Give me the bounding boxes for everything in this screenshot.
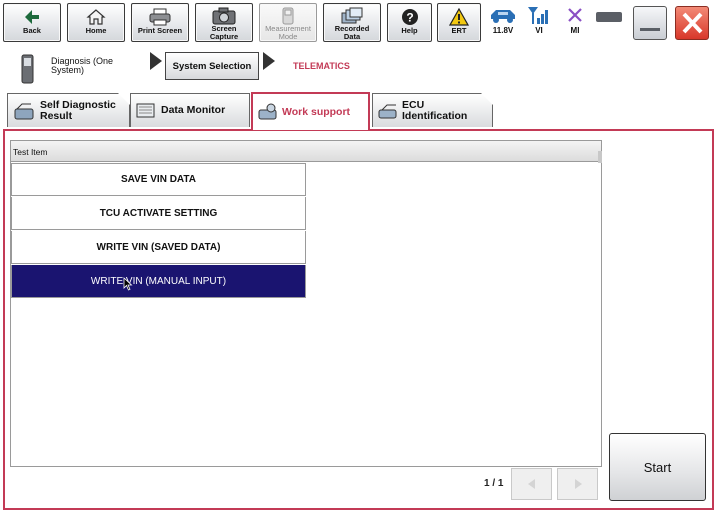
car-icon bbox=[491, 10, 515, 23]
measurement-mode-button[interactable]: Measurement Mode bbox=[259, 3, 317, 42]
previous-page-button[interactable] bbox=[511, 468, 552, 500]
home-icon bbox=[86, 9, 106, 25]
minimize-icon bbox=[640, 28, 660, 31]
test-item-header: Test Item bbox=[13, 147, 48, 157]
recorded-data-button[interactable]: Recorded Data bbox=[323, 3, 381, 42]
breadcrumb-separator-arrow-icon bbox=[263, 52, 275, 70]
back-arrow-icon bbox=[25, 10, 39, 24]
tab-ecu-identification[interactable]: ECU Identification bbox=[372, 93, 493, 127]
ert-button[interactable]: ERT bbox=[437, 3, 481, 42]
screen-capture-label: Screen Capture bbox=[209, 24, 239, 41]
close-icon bbox=[682, 12, 703, 34]
camera-icon bbox=[212, 7, 236, 25]
help-icon: ? bbox=[401, 9, 418, 25]
arrow-left-icon bbox=[527, 479, 535, 489]
print-screen-label: Print Screen bbox=[137, 26, 183, 35]
breadcrumb-separator-arrow-icon bbox=[150, 52, 162, 70]
vi-label: VI bbox=[535, 26, 543, 35]
back-label: Back bbox=[23, 26, 41, 35]
ecu-icon bbox=[378, 104, 397, 118]
breadcrumb-current: TELEMATICS bbox=[293, 61, 350, 71]
battery-voltage-indicator: 11.8V bbox=[488, 4, 518, 42]
printer-icon bbox=[149, 8, 171, 26]
home-button[interactable]: Home bbox=[67, 3, 125, 42]
tab-data-monitor-label: Data Monitor bbox=[161, 104, 226, 116]
start-button[interactable]: Start bbox=[609, 433, 706, 501]
battery-voltage-label: 11.8V bbox=[492, 26, 514, 35]
table-row-selected[interactable]: WRITE VIN (MANUAL INPUT) bbox=[11, 265, 306, 298]
tab-work-support-label: Work support bbox=[282, 105, 351, 118]
table-row[interactable]: TCU ACTIVATE SETTING bbox=[11, 197, 306, 230]
warning-icon bbox=[449, 8, 469, 26]
tab-ecu-identification-label: ECU Identification bbox=[402, 98, 468, 122]
table-scroll-corner bbox=[598, 151, 602, 163]
tab-work-support[interactable]: Work support bbox=[251, 92, 370, 130]
home-label: Home bbox=[85, 26, 107, 35]
help-button[interactable]: ? Help bbox=[387, 3, 432, 42]
table-row[interactable]: SAVE VIN DATA bbox=[11, 163, 306, 196]
toolbar: Back Home Print Screen Screen Capture Me… bbox=[0, 0, 717, 46]
vi-indicator: VI bbox=[524, 4, 554, 42]
diagnostic-icon bbox=[14, 103, 34, 119]
battery-icon bbox=[596, 12, 622, 22]
tab-corner bbox=[118, 93, 130, 105]
table-row[interactable]: WRITE VIN (SAVED DATA) bbox=[11, 231, 306, 264]
screen-capture-button[interactable]: Screen Capture bbox=[195, 3, 253, 42]
work-support-icon bbox=[258, 103, 277, 120]
mouse-cursor-icon bbox=[123, 277, 133, 291]
ert-label: ERT bbox=[451, 26, 467, 35]
tab-self-diagnostic-label: Self Diagnostic Result bbox=[40, 98, 116, 122]
breadcrumb-diagnosis[interactable]: Diagnosis (One System) bbox=[51, 57, 141, 75]
meter-icon bbox=[282, 7, 294, 25]
svg-text:?: ? bbox=[406, 11, 413, 25]
signal-icon bbox=[528, 7, 548, 24]
mi-indicator: MI bbox=[560, 4, 590, 42]
table-header: Test Item bbox=[10, 140, 602, 162]
tab-data-monitor[interactable]: Data Monitor bbox=[130, 93, 250, 127]
print-screen-button[interactable]: Print Screen bbox=[131, 3, 189, 42]
recorded-data-label: Recorded Data bbox=[334, 24, 370, 41]
tab-corner bbox=[481, 93, 493, 105]
page-indicator: 1 / 1 bbox=[484, 478, 504, 489]
minimize-button[interactable] bbox=[633, 6, 667, 40]
arrow-right-icon bbox=[574, 479, 582, 489]
measurement-mode-label: Measurement Mode bbox=[265, 24, 311, 41]
tab-self-diagnostic-result[interactable]: Self Diagnostic Result bbox=[7, 93, 130, 127]
next-page-button[interactable] bbox=[557, 468, 598, 500]
system-selection-button[interactable]: System Selection bbox=[165, 52, 259, 80]
diagnosis-device-icon bbox=[14, 54, 44, 84]
mi-disconnected-icon bbox=[568, 8, 582, 22]
data-stack-icon bbox=[341, 7, 363, 24]
mi-label: MI bbox=[570, 26, 580, 35]
back-button[interactable]: Back bbox=[3, 3, 61, 42]
close-button[interactable] bbox=[675, 6, 709, 40]
help-label: Help bbox=[401, 26, 418, 35]
monitor-icon bbox=[136, 103, 155, 117]
